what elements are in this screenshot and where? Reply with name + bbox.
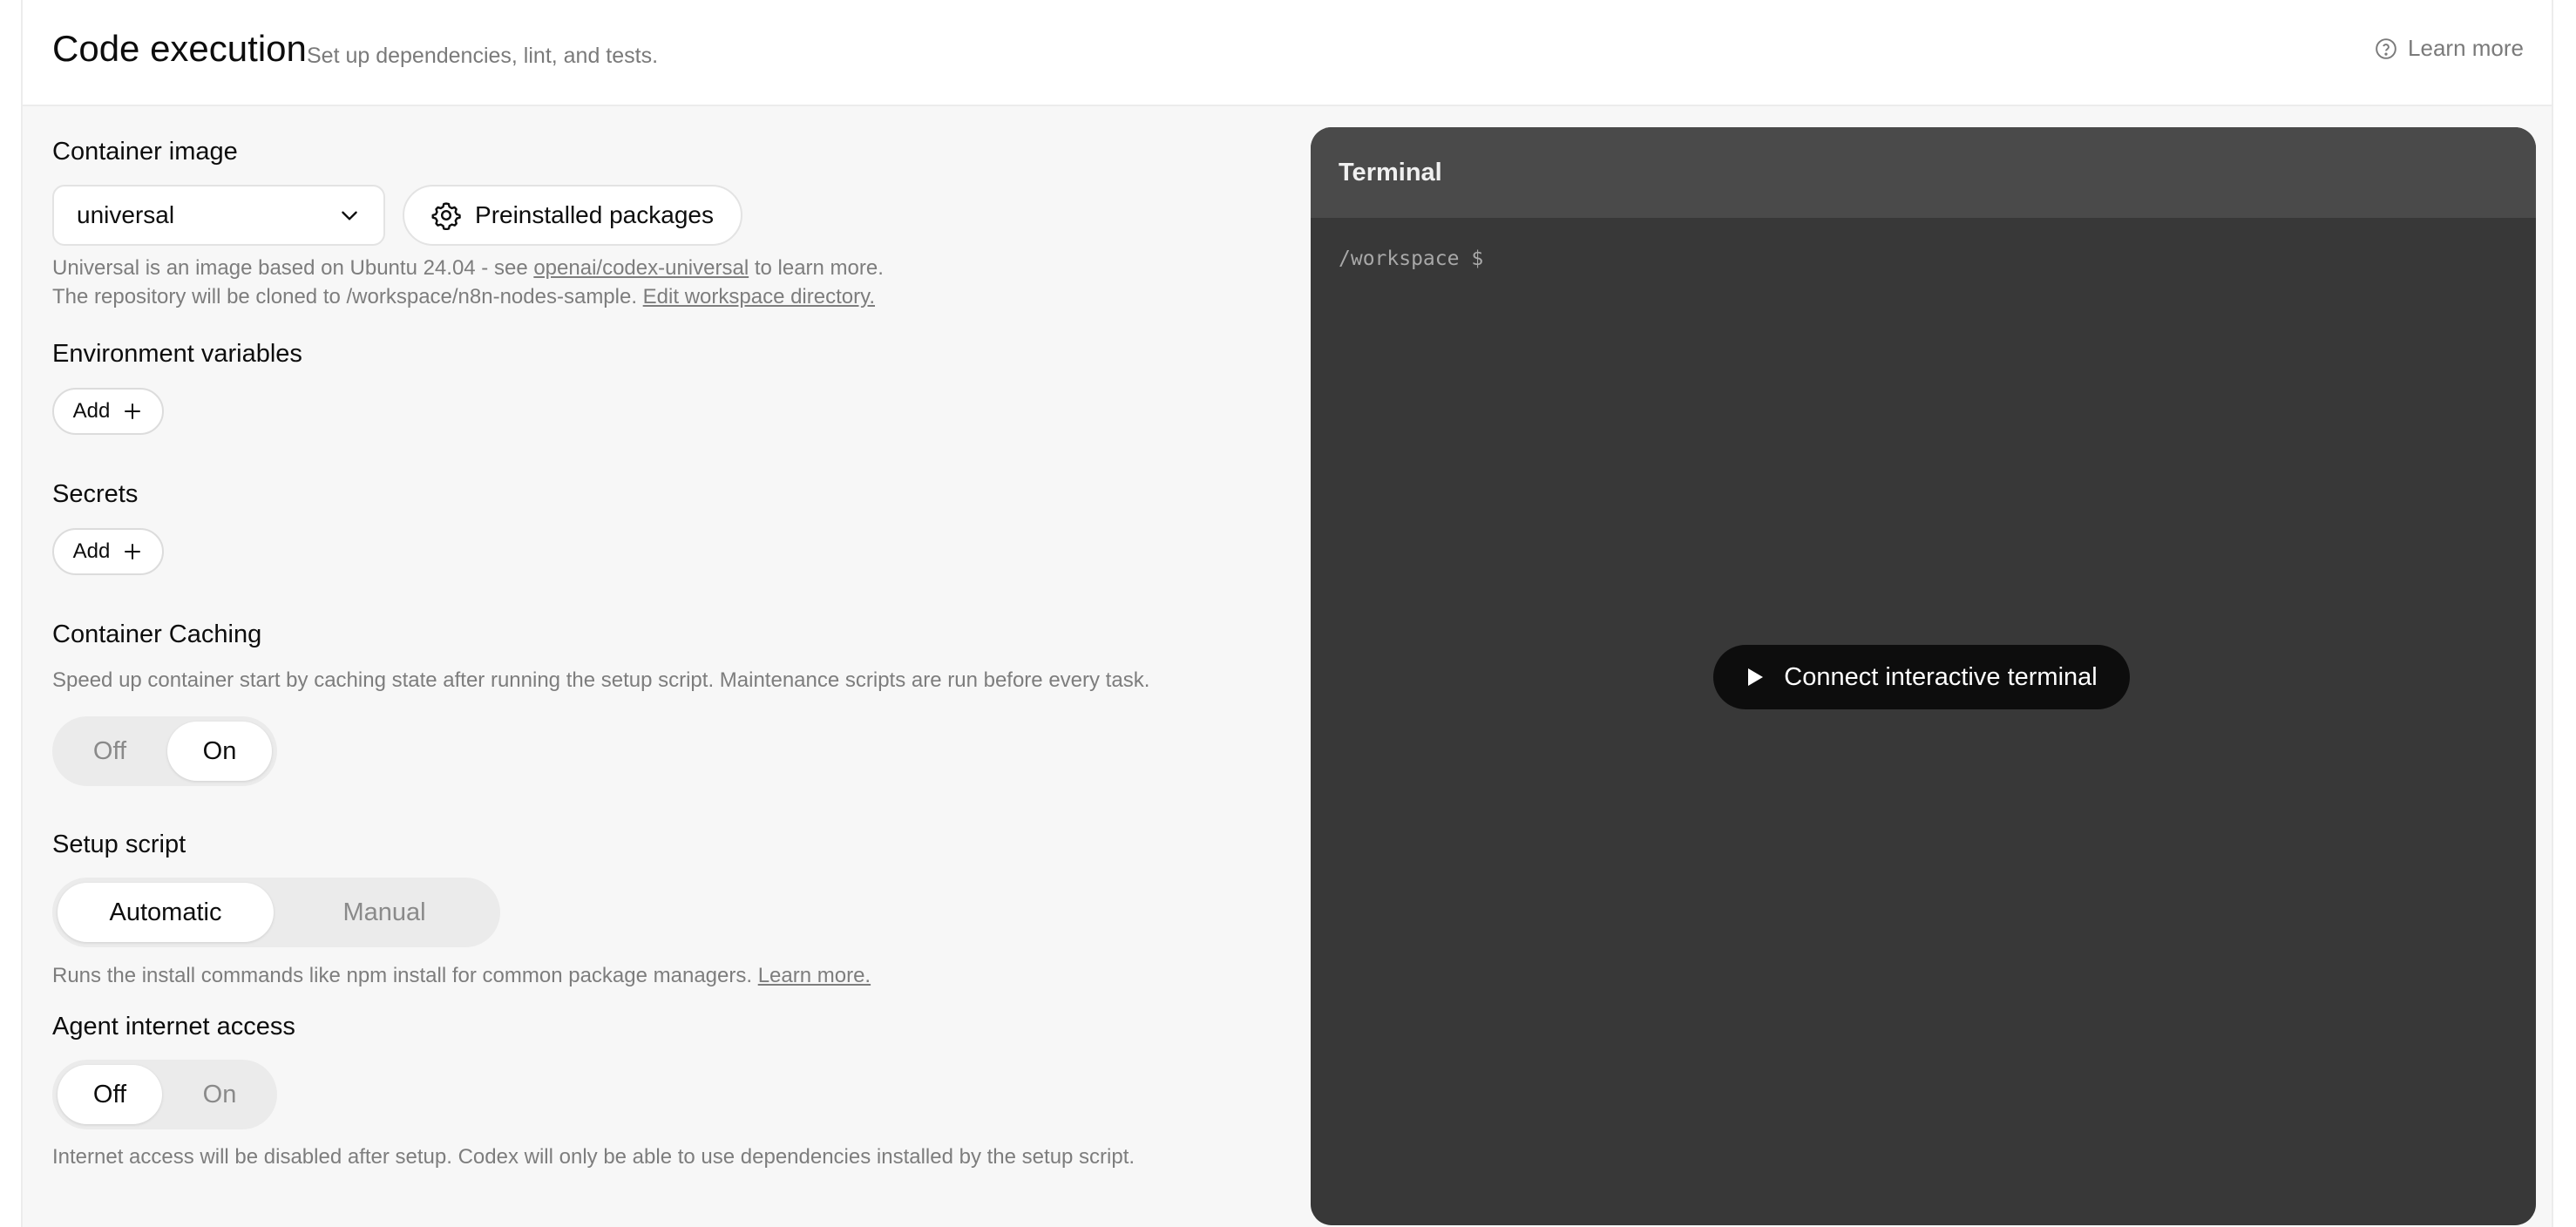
learn-more-label: Learn more [2408,35,2524,61]
page-subtitle: Set up dependencies, lint, and tests. [307,44,659,68]
caching-off-option[interactable]: Off [58,722,162,781]
caching-on-option[interactable]: On [167,722,272,781]
container-caching-toggle: Off On [52,716,277,786]
page-title: Code execution [52,28,307,69]
setup-script-help: Runs the install commands like npm insta… [52,961,871,990]
internet-on-option[interactable]: On [167,1065,272,1124]
add-env-var-button[interactable]: Add [52,388,164,435]
code-execution-panel: Code execution Set up dependencies, lint… [21,0,2553,1227]
internet-access-label: Agent internet access [52,1013,295,1041]
add-env-var-label: Add [72,399,111,423]
setup-learn-more-link[interactable]: Learn more. [758,964,871,987]
internet-access-help: Internet access will be disabled after s… [52,1145,1135,1169]
terminal-panel: Terminal /workspace $ Connect interactiv… [1311,127,2536,1225]
connect-terminal-label: Connect interactive terminal [1784,662,2098,691]
container-image-help-text: Universal is an image based on Ubuntu 24… [52,256,534,280]
container-image-help: Universal is an image based on Ubuntu 24… [52,254,884,311]
container-image-help-suffix: to learn more. [749,256,884,280]
internet-access-toggle: Off On [52,1060,277,1129]
setup-manual-option[interactable]: Manual [274,883,495,942]
play-icon [1748,668,1764,686]
setup-automatic-option[interactable]: Automatic [58,883,274,942]
clone-path-text: The repository will be cloned to /worksp… [52,285,643,308]
terminal-title: Terminal [1339,158,1442,186]
connect-terminal-button[interactable]: Connect interactive terminal [1713,645,2130,709]
container-image-select[interactable]: universal [52,185,385,246]
preinstalled-packages-label: Preinstalled packages [475,201,714,228]
codex-universal-link[interactable]: openai/codex-universal [533,256,749,280]
setup-script-toggle: Automatic Manual [52,878,500,947]
edit-workspace-directory-link[interactable]: Edit workspace directory. [643,285,875,308]
terminal-header: Terminal [1311,127,2536,218]
container-caching-help: Speed up container start by caching stat… [52,668,1150,692]
chevron-down-icon [342,211,357,220]
learn-more-link[interactable]: Learn more [2375,35,2524,62]
page-header: Code execution Set up dependencies, lint… [23,0,2552,106]
add-secret-label: Add [72,539,111,563]
internet-off-option[interactable]: Off [58,1065,162,1124]
setup-script-help-text: Runs the install commands like npm insta… [52,964,758,987]
container-image-value: universal [77,201,175,228]
container-image-label: Container image [52,138,238,166]
plus-icon [125,403,141,419]
preinstalled-packages-button[interactable]: Preinstalled packages [403,185,742,246]
container-caching-label: Container Caching [52,620,262,648]
env-vars-label: Environment variables [52,340,302,368]
secrets-label: Secrets [52,480,139,508]
plus-icon [125,544,141,559]
question-circle-icon [2376,37,2396,59]
terminal-prompt: /workspace $ [1339,247,1484,270]
add-secret-button[interactable]: Add [52,528,164,575]
setup-script-label: Setup script [52,830,186,858]
gear-icon [431,202,461,230]
